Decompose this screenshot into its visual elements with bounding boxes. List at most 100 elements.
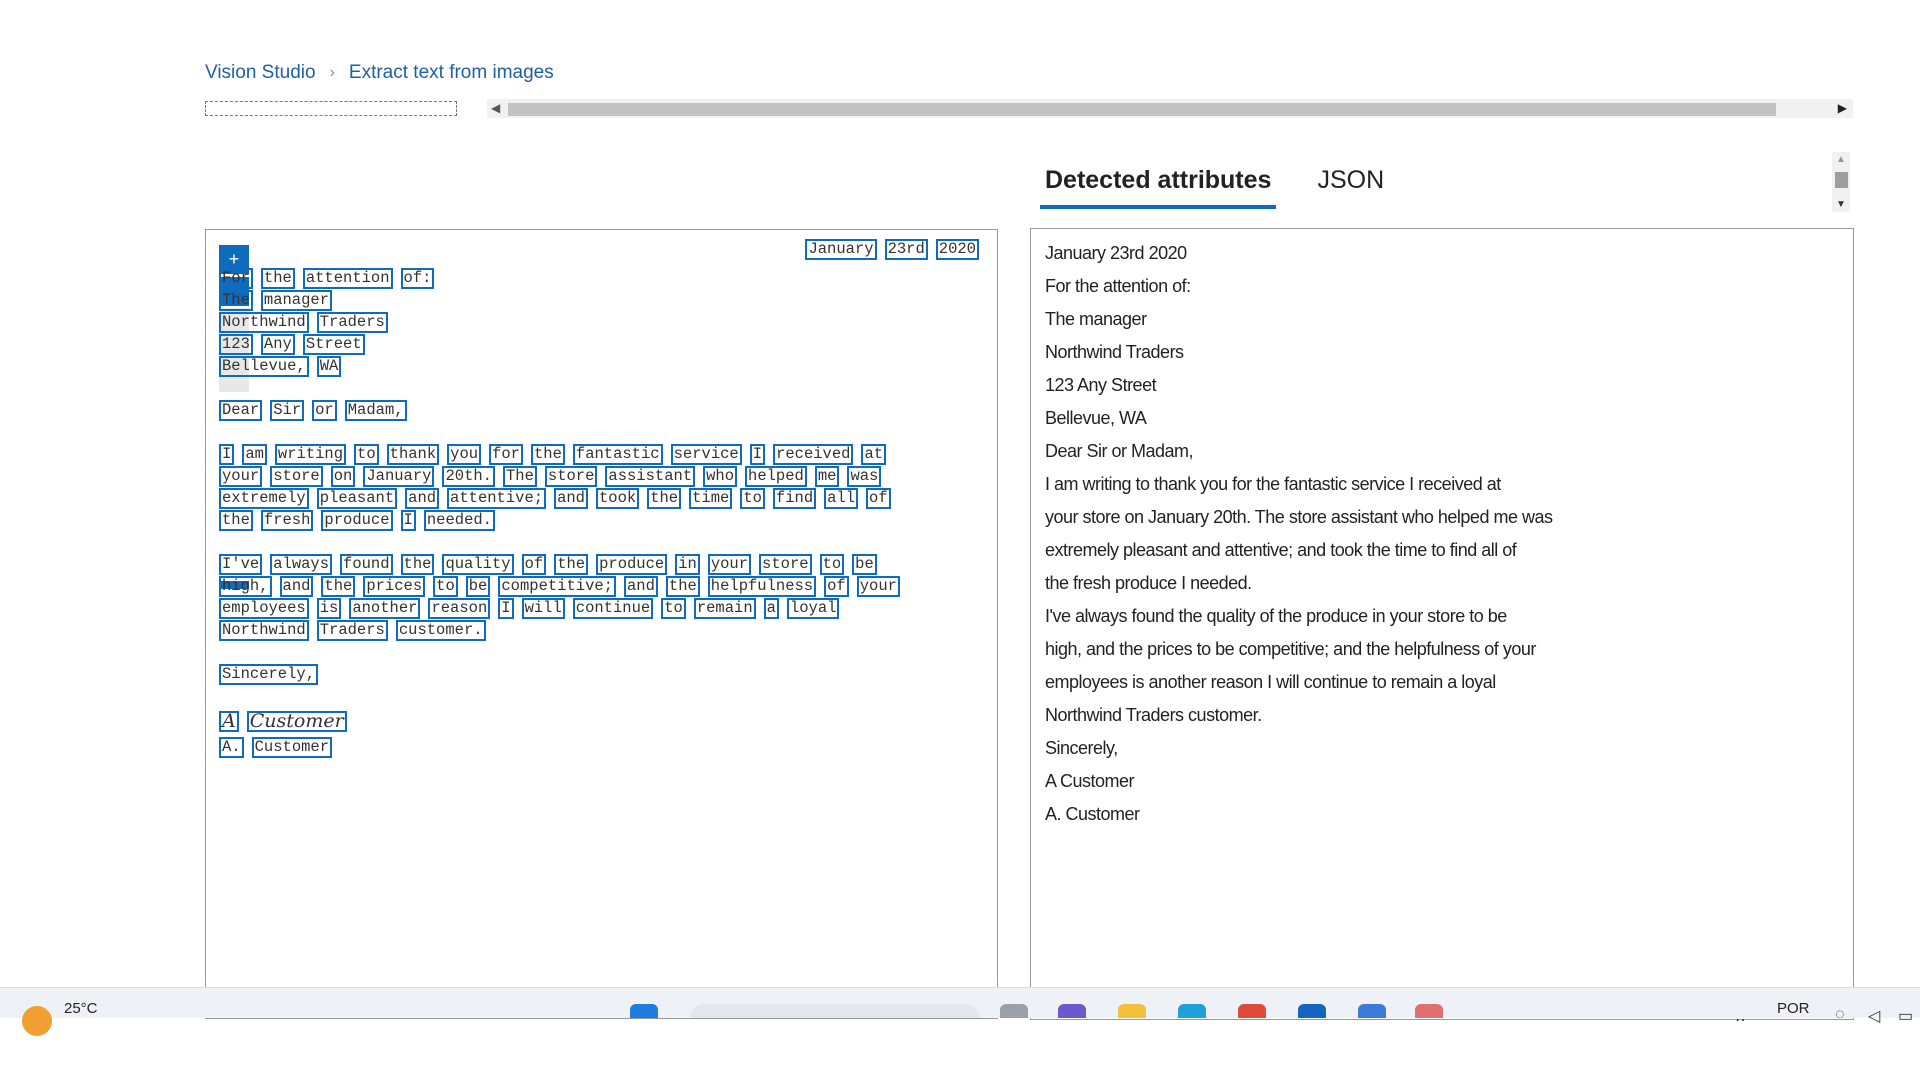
word-box[interactable]: and — [623, 576, 658, 597]
calendar-icon[interactable] — [1358, 1004, 1386, 1018]
word-box[interactable]: to — [433, 576, 458, 597]
detected-text-line[interactable]: employees is another reason I will conti… — [1045, 672, 1496, 693]
volume-icon[interactable]: ◁ — [1868, 1006, 1880, 1026]
weather-sun-icon[interactable] — [22, 1006, 52, 1036]
word-box[interactable]: extremely — [219, 488, 309, 509]
word-box[interactable]: time — [689, 488, 733, 509]
word-box[interactable]: assistant — [605, 466, 696, 487]
word-box[interactable]: manager — [260, 290, 333, 311]
word-box[interactable]: Any — [260, 334, 295, 355]
word-box[interactable]: Northwind — [219, 620, 309, 641]
word-box[interactable]: Customer — [246, 711, 347, 732]
word-box[interactable]: at — [861, 444, 887, 465]
task-view-icon[interactable] — [1000, 1004, 1028, 1018]
detected-text-line[interactable]: A. Customer — [1045, 804, 1140, 825]
word-box[interactable]: 2020 — [935, 239, 979, 260]
word-box[interactable]: employees — [219, 598, 309, 619]
word-box[interactable]: and — [405, 488, 440, 509]
detected-text-line[interactable]: the fresh produce I needed. — [1045, 573, 1252, 594]
word-box[interactable]: another — [349, 598, 421, 619]
search-box[interactable] — [690, 1004, 980, 1018]
word-box[interactable]: your — [856, 576, 900, 597]
word-box[interactable]: prices — [363, 576, 426, 597]
word-box[interactable]: be — [852, 554, 877, 575]
word-box[interactable]: the — [530, 444, 565, 465]
word-box[interactable]: helped — [745, 466, 807, 487]
scroll-right-icon[interactable]: ▶ — [1838, 101, 1847, 115]
word-box[interactable]: will — [521, 598, 565, 619]
word-box[interactable]: find — [772, 488, 817, 509]
word-box[interactable]: of — [521, 554, 547, 575]
word-box[interactable]: Sir — [270, 400, 305, 421]
tab-json[interactable]: JSON — [1312, 160, 1389, 209]
word-box[interactable]: to — [661, 598, 686, 619]
word-box[interactable]: of — [866, 488, 891, 509]
word-box[interactable]: loyal — [786, 598, 840, 619]
scroll-up-icon[interactable]: ▲ — [1836, 154, 1846, 165]
word-box[interactable]: and — [554, 488, 588, 509]
file-explorer-icon[interactable] — [1118, 1004, 1146, 1018]
word-box[interactable]: took — [595, 488, 640, 509]
word-box[interactable]: fantastic — [572, 444, 663, 465]
word-box[interactable]: A — [219, 711, 239, 732]
word-box[interactable]: Street — [302, 334, 365, 355]
word-box[interactable]: pleasant — [316, 488, 398, 509]
word-box[interactable]: the — [665, 576, 700, 597]
word-box[interactable]: competitive; — [498, 576, 616, 597]
word-box[interactable]: Sincerely, — [219, 664, 319, 685]
detected-text-line[interactable]: The manager — [1045, 309, 1147, 330]
word-box[interactable]: the — [400, 554, 435, 575]
word-box[interactable]: I — [400, 510, 416, 531]
word-box[interactable]: Customer — [251, 737, 333, 758]
word-box[interactable]: in — [675, 554, 700, 575]
word-box[interactable]: produce — [596, 554, 668, 575]
word-box[interactable]: the — [321, 576, 356, 597]
word-box[interactable]: customer. — [395, 620, 486, 641]
scrollbar-thumb[interactable] — [508, 103, 1776, 116]
word-box[interactable]: high, — [219, 576, 272, 597]
word-box[interactable]: January — [805, 239, 877, 260]
word-box[interactable]: Traders — [316, 620, 388, 641]
word-box[interactable]: am — [242, 444, 267, 465]
word-box[interactable]: reason — [428, 598, 491, 619]
windows-start-icon[interactable] — [630, 1004, 658, 1018]
word-box[interactable]: found — [340, 554, 393, 575]
word-box[interactable]: The — [219, 290, 253, 311]
network-icon[interactable]: ‥ — [1735, 1006, 1746, 1026]
word-box[interactable]: I — [749, 444, 766, 465]
detected-text-line[interactable]: January 23rd 2020 — [1045, 243, 1187, 264]
word-box[interactable]: Madam, — [344, 400, 407, 421]
word-box[interactable]: fresh — [260, 510, 314, 531]
word-box[interactable]: needed. — [423, 510, 495, 531]
word-box[interactable]: is — [316, 598, 342, 619]
word-box[interactable]: I — [498, 598, 514, 619]
word-box[interactable]: A. — [219, 737, 244, 758]
word-box[interactable]: to — [740, 488, 765, 509]
word-box[interactable]: I — [219, 444, 235, 465]
detected-text-line[interactable]: your store on January 20th. The store as… — [1045, 507, 1553, 528]
scroll-left-icon[interactable]: ◀ — [491, 101, 500, 115]
detected-text-line[interactable]: 123 Any Street — [1045, 375, 1157, 396]
tab-detected-attributes[interactable]: Detected attributes — [1040, 160, 1277, 209]
word-box[interactable]: your — [219, 466, 263, 487]
word-box[interactable]: produce — [321, 510, 393, 531]
word-box[interactable]: Bellevue, — [219, 356, 309, 377]
word-box[interactable]: store — [270, 466, 323, 487]
language-indicator[interactable]: POR — [1777, 1000, 1810, 1017]
detected-text-line[interactable]: Northwind Traders — [1045, 342, 1184, 363]
word-box[interactable]: Northwind — [219, 312, 309, 333]
chat-icon[interactable] — [1058, 1004, 1086, 1018]
breadcrumb-home-link[interactable]: Vision Studio — [205, 62, 316, 84]
word-box[interactable]: was — [847, 466, 882, 487]
word-box[interactable]: For — [219, 268, 253, 289]
horizontal-scrollbar[interactable]: ◀ ▶ — [487, 99, 1853, 118]
detected-text-line[interactable]: Northwind Traders customer. — [1045, 705, 1262, 726]
word-box[interactable]: store — [759, 554, 812, 575]
word-box[interactable]: on — [330, 466, 356, 487]
word-box[interactable]: received — [773, 444, 854, 465]
detected-text-line[interactable]: Sincerely, — [1045, 738, 1118, 759]
word-box[interactable]: writing — [274, 444, 347, 465]
word-box[interactable]: always — [270, 554, 333, 575]
word-box[interactable]: continue — [572, 598, 654, 619]
tabs-vertical-scrollbar[interactable]: ▲ ▼ — [1832, 152, 1850, 212]
